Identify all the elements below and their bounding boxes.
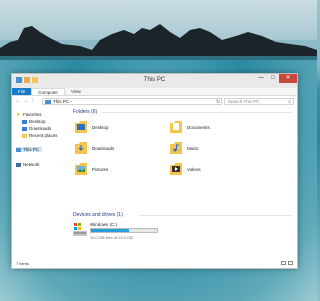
folder-label: Videos [187, 167, 201, 172]
search-placeholder: Search This PC [228, 99, 260, 104]
sidebar-item-label: This PC [23, 147, 40, 152]
folder-music[interactable]: Music [170, 141, 250, 159]
section-divider [140, 215, 292, 216]
sidebar-item-downloads[interactable]: Downloads [22, 126, 51, 131]
folder-desktop[interactable]: Desktop [75, 120, 155, 138]
ribbon-tabs: File Computer View [12, 88, 297, 96]
file-explorer-window: This PC — □ ✕ File Computer View ← → ↑ T… [11, 73, 298, 269]
downloads-icon [22, 126, 27, 131]
star-icon: ★ [16, 111, 21, 118]
folder-pictures[interactable]: Pictures [75, 162, 155, 180]
navigation-pane: ★ Favorites Desktop Downloads Recent pla… [12, 108, 68, 258]
forward-arrow-icon[interactable]: → [23, 98, 29, 104]
computer-icon [45, 100, 51, 104]
folder-icon [75, 163, 87, 175]
sidebar-item-label: Recent places [29, 133, 58, 138]
breadcrumb[interactable]: This PC [53, 99, 69, 104]
drive-free-space: 10.0 GB free of 23.0 GB [90, 235, 133, 240]
folder-label: Downloads [92, 146, 115, 151]
network-icon [16, 162, 21, 167]
view-switcher [281, 261, 293, 265]
tab-view[interactable]: View [65, 88, 87, 95]
folder-label: Pictures [92, 167, 109, 172]
address-bar[interactable]: This PC › [42, 98, 222, 105]
back-arrow-icon[interactable]: ← [15, 98, 21, 104]
details-view-icon[interactable] [281, 261, 286, 265]
sidebar-item-label: Desktop [29, 119, 46, 124]
drive-windows-c[interactable]: Windows (C:) 10.0 GB free of 23.0 GB [73, 222, 173, 244]
address-row: ← → ↑ This PC › ↻ Search This PC ⌕ [12, 96, 297, 107]
tab-file[interactable]: File [12, 88, 32, 95]
folder-videos[interactable]: Videos [170, 162, 250, 180]
sidebar-item-label: Favorites [23, 112, 42, 117]
up-arrow-icon[interactable]: ↑ [31, 98, 34, 104]
navigation-buttons: ← → ↑ [15, 98, 34, 104]
drive-usage-bar [90, 228, 158, 233]
sidebar-item-label: Downloads [29, 126, 52, 131]
this-pc-icon [16, 147, 21, 152]
status-bar: 7 items [12, 260, 297, 268]
breadcrumb-separator[interactable]: › [70, 99, 72, 104]
refresh-icon[interactable]: ↻ [216, 99, 220, 105]
sidebar-item-this-pc[interactable]: This PC [16, 147, 43, 152]
tab-computer[interactable]: Computer [31, 88, 66, 95]
search-icon[interactable]: ⌕ [288, 99, 291, 105]
title-bar[interactable]: This PC — □ ✕ [12, 74, 297, 88]
minimize-button[interactable]: — [255, 74, 267, 83]
item-count: 7 items [16, 261, 29, 266]
folder-label: Music [187, 146, 199, 151]
folder-icon [170, 142, 182, 154]
drive-name: Windows (C:) [90, 222, 118, 227]
desktop-icon [22, 119, 27, 124]
drive-usage-fill [91, 229, 129, 232]
hard-drive-icon [73, 223, 87, 236]
maximize-button[interactable]: □ [267, 74, 279, 83]
sidebar-item-favorites[interactable]: ★ Favorites [16, 112, 42, 117]
content-pane: Folders (6) Desktop Documents Downloads [70, 108, 296, 258]
devices-section-header[interactable]: Devices and drives (1) [73, 212, 123, 218]
close-button[interactable]: ✕ [279, 74, 297, 83]
sidebar-item-desktop[interactable]: Desktop [22, 119, 46, 124]
large-icons-view-icon[interactable] [288, 261, 293, 265]
folder-label: Desktop [92, 125, 109, 130]
folder-icon [75, 121, 87, 133]
folder-icon [170, 121, 182, 133]
folder-label: Documents [187, 125, 210, 130]
folder-downloads[interactable]: Downloads [75, 141, 155, 159]
folder-icon [170, 163, 182, 175]
folders-section-header[interactable]: Folders (6) [73, 109, 97, 115]
recent-places-icon [22, 133, 27, 138]
folder-documents[interactable]: Documents [170, 120, 250, 138]
sidebar-item-network[interactable]: Network [16, 162, 40, 167]
section-divider [102, 112, 292, 113]
sidebar-item-recent-places[interactable]: Recent places [22, 133, 58, 138]
search-input[interactable]: Search This PC ⌕ [224, 98, 294, 105]
window-controls: — □ ✕ [255, 74, 297, 84]
sidebar-item-label: Network [23, 162, 40, 167]
folder-icon [75, 142, 87, 154]
